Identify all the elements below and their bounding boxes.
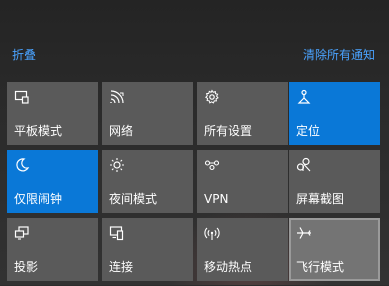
tile-label: 投影 bbox=[14, 260, 39, 274]
tile-label: 连接 bbox=[109, 260, 134, 274]
tile-connect[interactable]: 连接 bbox=[102, 218, 193, 281]
mobile-hotspot-icon bbox=[204, 227, 220, 240]
settings-icon bbox=[205, 89, 219, 104]
screen-snip-icon bbox=[296, 157, 311, 172]
tile-tablet-mode[interactable]: 平板模式 bbox=[7, 82, 98, 145]
tablet-mode-icon bbox=[14, 90, 29, 104]
clear-all-notifications-link[interactable]: 清除所有通知 bbox=[303, 46, 375, 63]
tile-label: 移动热点 bbox=[204, 260, 253, 274]
tile-label: 所有设置 bbox=[204, 124, 253, 138]
tile-label: 平板模式 bbox=[14, 124, 63, 138]
tile-airplane-mode[interactable]: 飞行模式 bbox=[289, 218, 380, 281]
tile-location[interactable]: 定位 bbox=[289, 82, 380, 145]
tile-vpn[interactable]: VPN bbox=[197, 150, 288, 213]
focus-assist-moon-icon bbox=[16, 158, 30, 172]
tile-network[interactable]: 网络 bbox=[102, 82, 193, 145]
tile-label: 定位 bbox=[296, 124, 321, 138]
tile-label: 仅限闹钟 bbox=[14, 192, 63, 206]
tile-label: 网络 bbox=[109, 124, 134, 138]
collapse-link[interactable]: 折叠 bbox=[12, 46, 36, 63]
action-center-header: 折叠 清除所有通知 bbox=[0, 46, 389, 68]
tile-screen-snip[interactable]: 屏幕截图 bbox=[289, 150, 380, 213]
airplane-mode-icon bbox=[297, 227, 311, 239]
tile-label: 夜间模式 bbox=[109, 192, 158, 206]
quick-actions-grid: 平板模式 网络 所有设置 定位 仅限闹钟 夜间模式 VPN 屏幕截图 投影 连接… bbox=[7, 82, 381, 286]
tile-focus-assist[interactable]: 仅限闹钟 bbox=[7, 150, 98, 213]
tile-all-settings[interactable]: 所有设置 bbox=[197, 82, 288, 145]
vpn-icon bbox=[204, 160, 220, 171]
tile-night-light[interactable]: 夜间模式 bbox=[102, 150, 193, 213]
network-icon bbox=[110, 90, 124, 104]
project-icon bbox=[14, 226, 29, 240]
tile-mobile-hotspot[interactable]: 移动热点 bbox=[197, 218, 288, 281]
location-icon bbox=[297, 89, 311, 104]
connect-icon bbox=[109, 226, 124, 241]
tile-label: 飞行模式 bbox=[296, 260, 345, 274]
tile-label: VPN bbox=[204, 192, 229, 206]
tile-project[interactable]: 投影 bbox=[7, 218, 98, 281]
tile-label: 屏幕截图 bbox=[296, 192, 345, 206]
night-light-icon bbox=[110, 158, 124, 172]
